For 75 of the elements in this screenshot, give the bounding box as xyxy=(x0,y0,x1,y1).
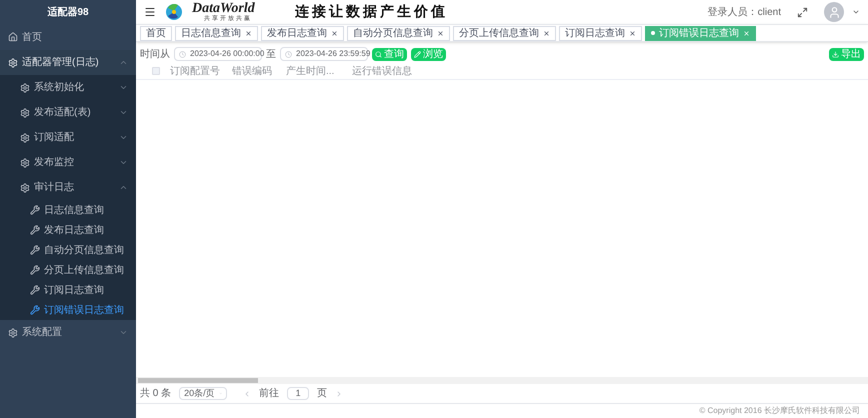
to-label: 至 xyxy=(266,48,276,62)
tools-icon xyxy=(30,225,40,235)
submenu-item[interactable]: 发布日志查询 xyxy=(0,220,136,240)
gear-icon xyxy=(20,108,30,118)
clock-icon xyxy=(285,50,292,58)
tab[interactable]: 首页 xyxy=(140,26,172,40)
total-count: 共 0 条 xyxy=(140,386,172,401)
close-icon[interactable] xyxy=(245,30,252,36)
logo-text: DataWorld xyxy=(192,2,255,16)
tab[interactable]: 订阅日志查询 xyxy=(559,26,642,40)
column-header: 产生时间... xyxy=(285,64,336,78)
gear-icon xyxy=(20,132,30,142)
page-input[interactable]: 1 xyxy=(287,387,310,400)
copyright: © Copyright 2016 长沙摩氏软件科技有限公司 xyxy=(699,405,860,417)
page-suffix: 页 xyxy=(317,387,328,401)
chevron-down-icon xyxy=(119,83,128,92)
horizontal-scrollbar[interactable] xyxy=(136,377,868,384)
caret-icon[interactable] xyxy=(852,8,860,16)
user-label: 登录人员：client xyxy=(708,6,781,20)
gear-icon xyxy=(20,82,30,92)
from-label: 时间从 xyxy=(140,48,170,62)
menu-item[interactable]: 发布监控 xyxy=(0,150,136,175)
tools-icon xyxy=(30,245,40,255)
close-icon[interactable] xyxy=(543,30,550,36)
chevron-down-icon xyxy=(119,108,128,117)
submenu-item[interactable]: 订阅日志查询 xyxy=(0,280,136,300)
tab[interactable]: 分页上传信息查询 xyxy=(453,26,556,40)
menu-item[interactable]: 发布适配(表) xyxy=(0,100,136,125)
fullscreen-icon[interactable] xyxy=(797,6,808,18)
chevron-up-icon xyxy=(119,58,128,67)
chevron-up-icon xyxy=(119,183,128,192)
goto-label: 前往 xyxy=(259,386,280,401)
menu-item[interactable]: 系统初始化 xyxy=(0,75,136,100)
column-header: 订阅配置号 xyxy=(169,64,221,78)
column-header: 运行错误信息 xyxy=(351,64,413,78)
home-icon xyxy=(8,32,18,42)
download-icon xyxy=(832,50,839,58)
tools-icon xyxy=(30,205,40,215)
menu-item[interactable]: 首页 xyxy=(0,24,136,50)
gear-icon xyxy=(20,158,30,168)
close-icon[interactable] xyxy=(629,30,636,36)
submenu-item[interactable]: 订阅错误日志查询 xyxy=(0,300,136,320)
menu-item[interactable]: 适配器管理(日志) xyxy=(0,50,136,75)
date-field[interactable]: 2023-04-26 23:59:59 xyxy=(280,47,368,61)
tools-icon xyxy=(30,265,40,275)
gear-icon xyxy=(8,328,18,338)
column-header: 错误编码 xyxy=(231,64,273,78)
gear-icon xyxy=(20,182,30,192)
date-field[interactable]: 2023-04-26 00:00:00 xyxy=(174,47,262,61)
menu-item[interactable]: 订阅适配 xyxy=(0,125,136,150)
checkbox[interactable] xyxy=(152,67,160,75)
chevron-down-icon xyxy=(119,133,128,142)
pencil-icon xyxy=(414,50,421,58)
tools-icon xyxy=(30,285,40,295)
close-icon[interactable] xyxy=(331,30,338,36)
tab[interactable]: 自动分页信息查询 xyxy=(347,26,450,40)
gear-icon xyxy=(8,58,18,68)
tab[interactable]: 发布日志查询 xyxy=(261,26,344,40)
menu-icon[interactable] xyxy=(144,6,156,18)
submenu-item[interactable]: 分页上传信息查询 xyxy=(0,260,136,280)
page-size-select[interactable]: 20条/页 xyxy=(179,387,228,400)
slogan: 连接让数据产生价值 xyxy=(294,2,448,22)
close-icon[interactable] xyxy=(437,30,444,36)
clock-icon xyxy=(179,50,186,58)
tab[interactable]: 日志信息查询 xyxy=(175,26,258,40)
sidebar-title: 适配器98 xyxy=(46,6,90,20)
menu-item[interactable]: 系统配置 xyxy=(0,320,136,345)
tools-icon xyxy=(30,305,40,315)
logo-icon xyxy=(164,2,184,22)
submenu-item[interactable]: 自动分页信息查询 xyxy=(0,240,136,260)
chevron-down-icon xyxy=(119,328,128,337)
chevron-down-icon xyxy=(119,158,128,167)
search-icon xyxy=(375,50,382,58)
menu-item[interactable]: 审计日志 xyxy=(0,175,136,200)
submenu-item[interactable]: 日志信息查询 xyxy=(0,200,136,220)
